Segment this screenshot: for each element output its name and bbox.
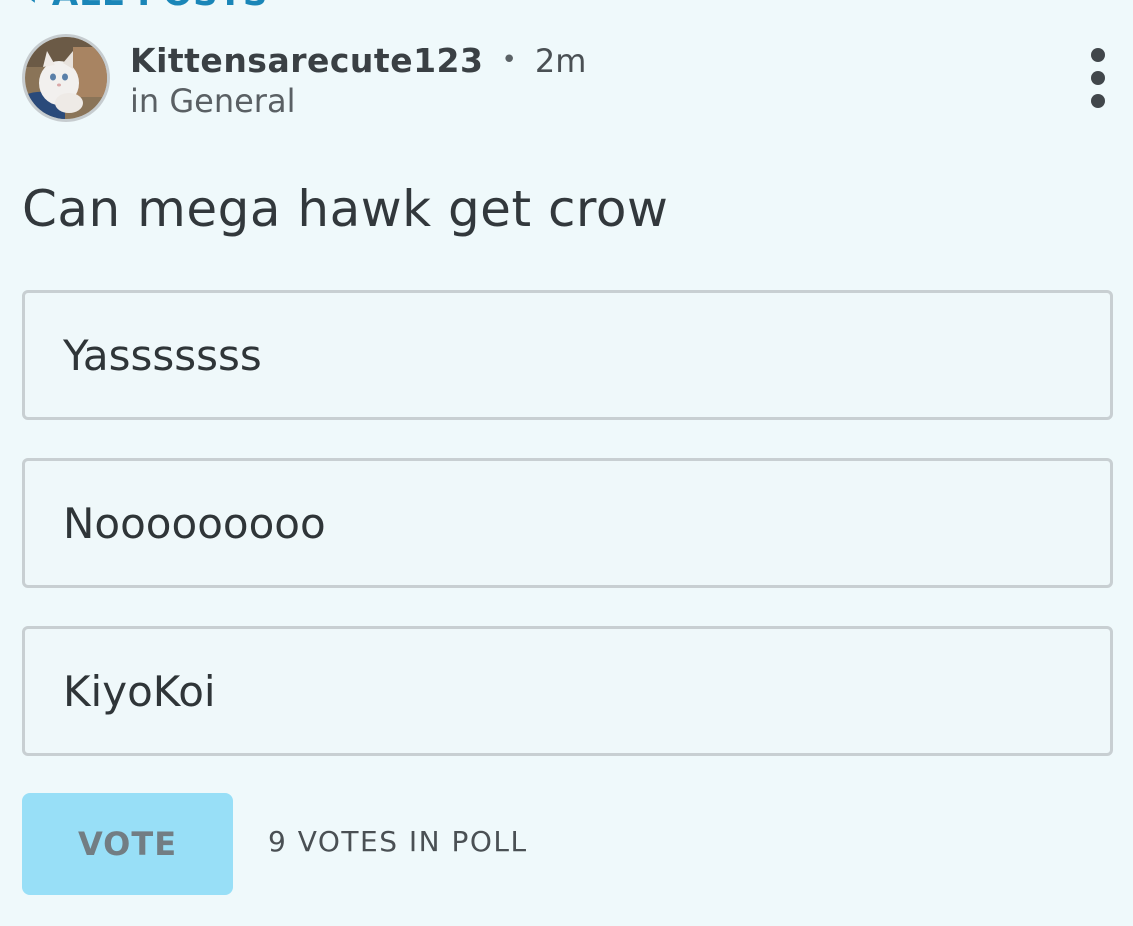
back-to-all-posts-link[interactable]: ‹ ALL POSTS (24, 0, 268, 14)
poll-option-1[interactable]: Yasssssss (22, 290, 1113, 420)
vote-button[interactable]: VOTE (22, 793, 233, 895)
poll-question: Can mega hawk get crow (22, 180, 669, 238)
separator-dot: • (501, 45, 517, 75)
back-link-label: ALL POSTS (52, 0, 268, 14)
kitten-avatar-image (25, 37, 107, 119)
vertical-dots-icon (1091, 48, 1105, 62)
avatar[interactable] (22, 34, 110, 122)
poll-option-label: KiyoKoi (63, 667, 216, 716)
chevron-left-icon: ‹ (24, 0, 39, 14)
more-options-button[interactable] (1084, 48, 1112, 108)
author-line: Kittensarecute123 • 2m (130, 40, 586, 81)
post-header: Kittensarecute123 • 2m in General (22, 32, 1112, 124)
vote-count: 9 VOTES IN POLL (268, 825, 528, 858)
author-name[interactable]: Kittensarecute123 (130, 41, 483, 80)
poll-option-label: Nooooooooo (63, 499, 326, 548)
vertical-dots-icon-dot (1091, 71, 1105, 85)
poll-option-label: Yasssssss (63, 331, 262, 380)
poll-option-2[interactable]: Nooooooooo (22, 458, 1113, 588)
poll-option-3[interactable]: KiyoKoi (22, 626, 1113, 756)
post-category[interactable]: in General (130, 82, 295, 120)
post-time: 2m (534, 42, 587, 80)
vertical-dots-icon-dot (1091, 94, 1105, 108)
